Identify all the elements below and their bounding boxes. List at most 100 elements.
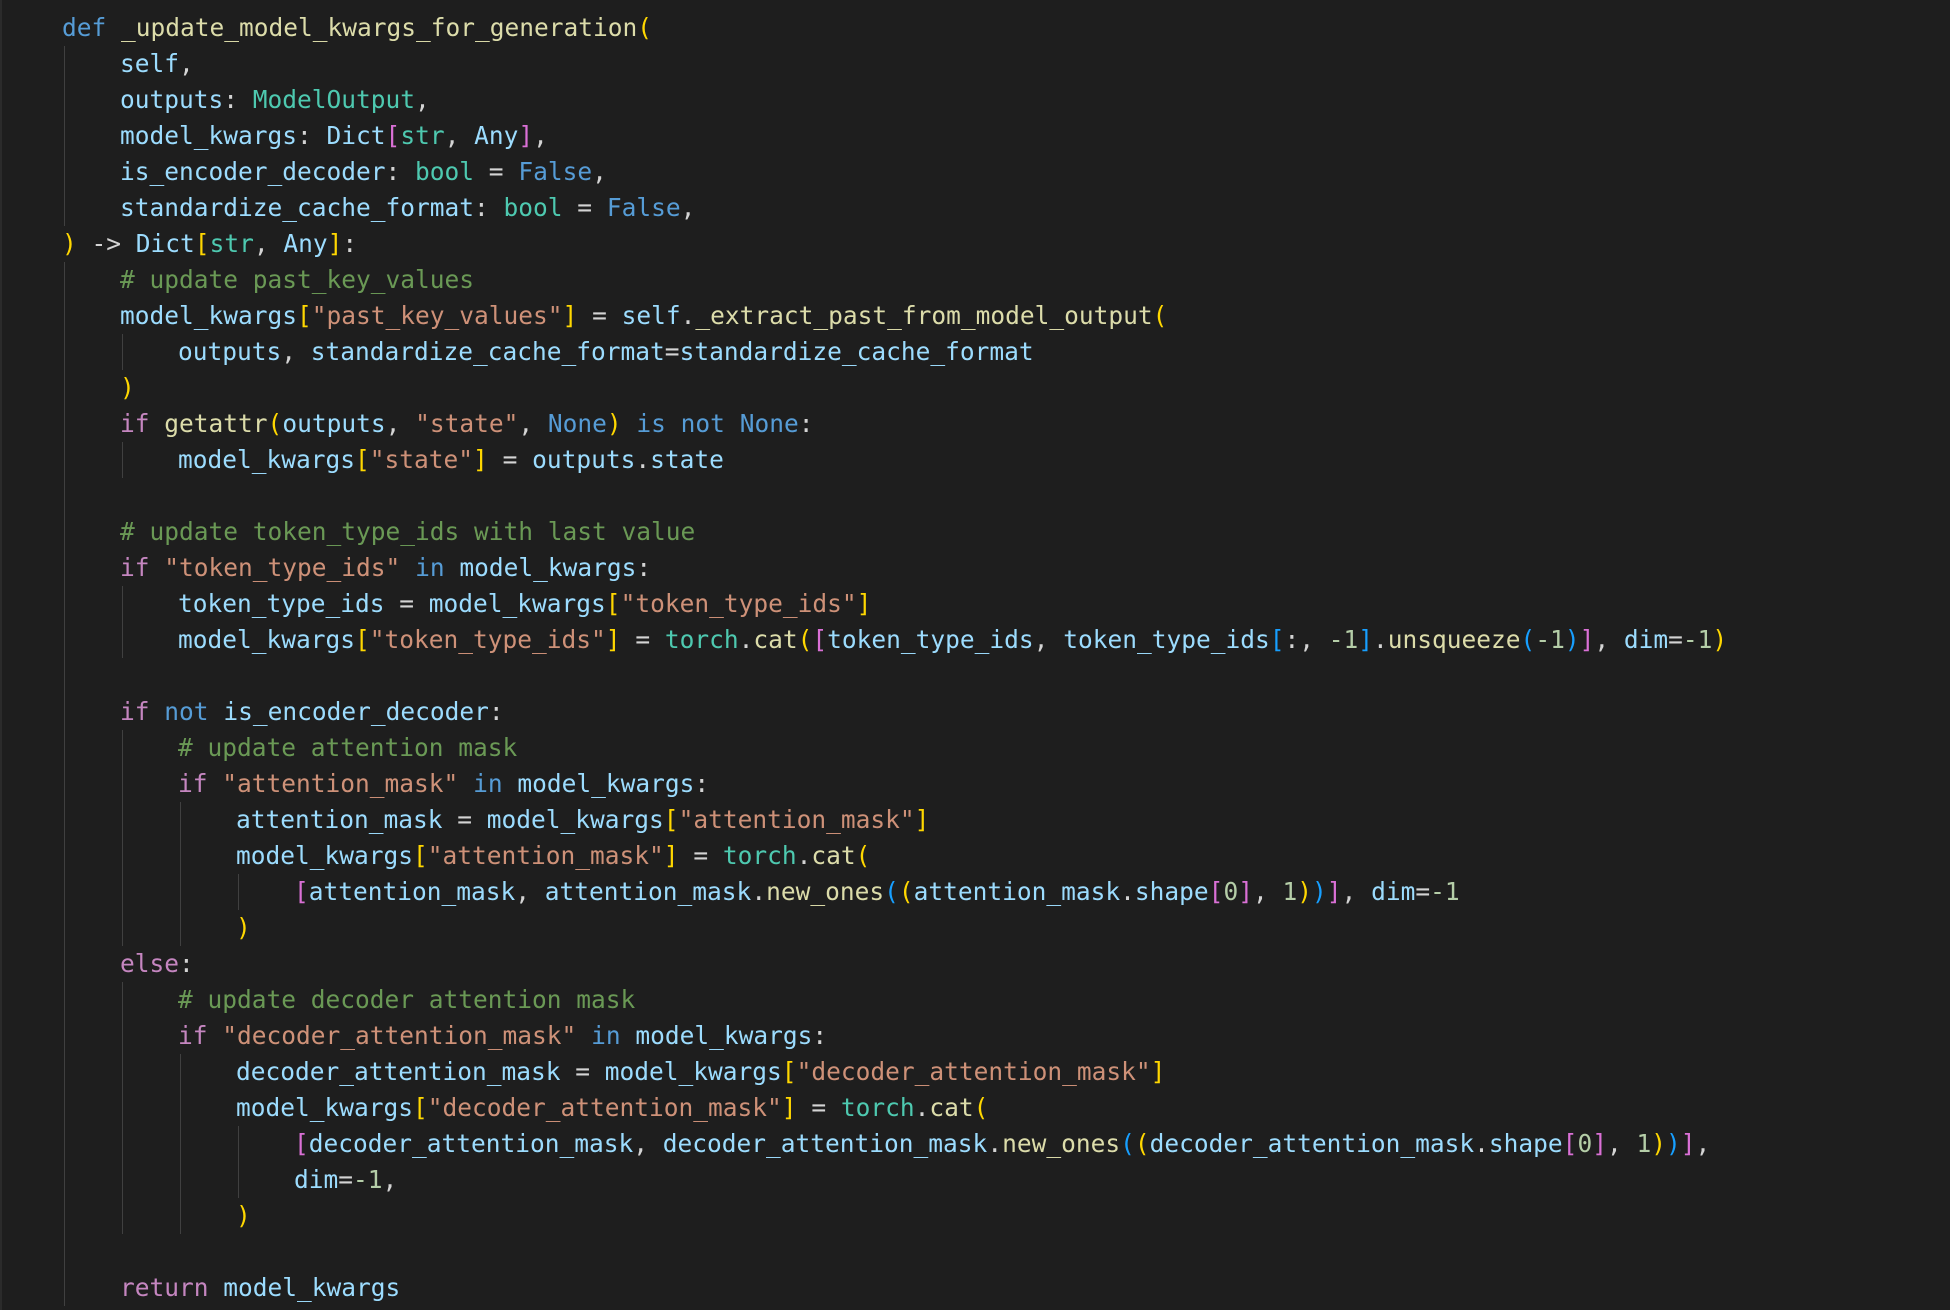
code-line[interactable]: if "attention_mask" in model_kwargs:: [178, 766, 709, 802]
code-token: ): [120, 373, 135, 402]
code-line[interactable]: model_kwargs["decoder_attention_mask"] =…: [236, 1090, 988, 1126]
code-token: :: [488, 697, 504, 726]
code-line[interactable]: if not is_encoder_decoder:: [120, 694, 504, 730]
code-token: :: [812, 1021, 828, 1050]
code-token: model_kwargs: [120, 301, 298, 330]
code-line[interactable]: is_encoder_decoder: bool = False,: [120, 154, 607, 190]
code-token: :: [636, 553, 652, 582]
code-line[interactable]: outputs, standardize_cache_format=standa…: [178, 334, 1034, 370]
code-token: ]: [1358, 625, 1374, 654]
code-line[interactable]: token_type_ids = model_kwargs["token_typ…: [178, 586, 871, 622]
code-token: # update past_key_values: [120, 265, 475, 294]
code-token: ]: [1592, 1129, 1607, 1158]
code-token: ]: [1579, 625, 1595, 654]
code-line[interactable]: # update past_key_values: [120, 262, 474, 298]
code-token: ]: [473, 445, 488, 474]
code-line[interactable]: # update attention mask: [178, 730, 517, 766]
code-token: ,: [253, 229, 284, 258]
code-token: model_kwargs: [486, 805, 664, 834]
code-line[interactable]: return model_kwargs: [120, 1270, 400, 1306]
code-token: :,: [1284, 625, 1329, 654]
code-token: ): [1564, 625, 1580, 654]
code-token: False: [518, 157, 593, 186]
code-token: torch: [664, 625, 739, 654]
code-token: "attention_mask": [222, 769, 459, 798]
code-token: ]: [1150, 1057, 1166, 1086]
code-line[interactable]: if "token_type_ids" in model_kwargs:: [120, 550, 651, 586]
code-token: -1: [1682, 625, 1713, 654]
code-token: ]: [1680, 1129, 1696, 1158]
code-line[interactable]: decoder_attention_mask = model_kwargs["d…: [236, 1054, 1165, 1090]
code-token: None: [739, 409, 799, 438]
code-line[interactable]: ) -> Dict[str, Any]:: [62, 226, 357, 262]
code-token: in: [415, 553, 445, 582]
code-token: [: [297, 301, 312, 330]
code-token: (: [855, 841, 871, 870]
code-token: state: [650, 445, 724, 474]
code-token: (: [637, 13, 653, 42]
code-line[interactable]: attention_mask = model_kwargs["attention…: [236, 802, 929, 838]
code-token: :: [223, 85, 253, 114]
code-token: :: [474, 193, 504, 222]
code-token: decoder_attention_mask: [662, 1129, 988, 1158]
code-token: .: [1373, 625, 1388, 654]
code-token: "past_key_values": [311, 301, 563, 330]
code-token: decoder_attention_mask: [1149, 1129, 1475, 1158]
code-line[interactable]: self,: [120, 46, 194, 82]
code-token: [: [781, 1057, 797, 1086]
code-token: if: [120, 697, 150, 726]
code-token: model_kwargs: [517, 769, 695, 798]
code-token: :: [694, 769, 710, 798]
code-token: is_encoder_decoder: [223, 697, 489, 726]
code-line[interactable]: if getattr(outputs, "state", None) is no…: [120, 406, 813, 442]
code-token: model_kwargs: [236, 1093, 414, 1122]
code-line[interactable]: dim=-1,: [294, 1162, 397, 1198]
code-line[interactable]: # update token_type_ids with last value: [120, 514, 695, 550]
code-token: ): [1297, 877, 1313, 906]
code-line[interactable]: ): [236, 1198, 251, 1234]
code-token: 0: [1577, 1129, 1593, 1158]
code-line[interactable]: else:: [120, 946, 194, 982]
code-line[interactable]: [attention_mask, attention_mask.new_ones…: [294, 874, 1460, 910]
code-line[interactable]: [decoder_attention_mask, decoder_attenti…: [294, 1126, 1710, 1162]
code-token: model_kwargs: [604, 1057, 782, 1086]
code-token: ,: [1606, 1129, 1637, 1158]
code-line[interactable]: if "decoder_attention_mask" in model_kwa…: [178, 1018, 827, 1054]
code-line[interactable]: model_kwargs["token_type_ids"] = torch.c…: [178, 622, 1727, 658]
code-view[interactable]: def _update_model_kwargs_for_generation(…: [2, 0, 1950, 1310]
code-line[interactable]: outputs: ModelOutput,: [120, 82, 430, 118]
code-token: ): [236, 1201, 251, 1230]
code-token: token_type_ids: [178, 589, 385, 618]
code-line[interactable]: model_kwargs: Dict[str, Any],: [120, 118, 548, 154]
code-token: -1: [1430, 877, 1460, 906]
code-token: ]: [327, 229, 343, 258]
code-token: [: [355, 445, 370, 474]
code-line[interactable]: ): [236, 910, 251, 946]
code-editor[interactable]: def _update_model_kwargs_for_generation(…: [0, 0, 1950, 1310]
code-line[interactable]: model_kwargs["attention_mask"] = torch.c…: [236, 838, 870, 874]
code-token: .: [751, 877, 767, 906]
code-line[interactable]: def _update_model_kwargs_for_generation(: [62, 10, 652, 46]
code-token: in: [473, 769, 503, 798]
indent-guide: [180, 802, 181, 946]
code-token: model_kwargs: [120, 121, 298, 150]
code-token: _update_model_kwargs_for_generation: [121, 13, 638, 42]
code-token: ]: [1326, 877, 1342, 906]
code-token: "token_type_ids": [369, 625, 606, 654]
code-line[interactable]: # update decoder attention mask: [178, 982, 635, 1018]
code-token: dim: [1623, 625, 1669, 654]
code-line[interactable]: model_kwargs["past_key_values"] = self._…: [120, 298, 1167, 334]
code-line[interactable]: model_kwargs["state"] = outputs.state: [178, 442, 724, 478]
code-line[interactable]: standardize_cache_format: bool = False,: [120, 190, 695, 226]
code-token: (: [267, 409, 283, 438]
code-token: cat: [811, 841, 856, 870]
code-token: cat: [929, 1093, 974, 1122]
code-token: ): [1712, 625, 1728, 654]
code-line[interactable]: ): [120, 370, 135, 406]
code-token: [: [812, 625, 828, 654]
